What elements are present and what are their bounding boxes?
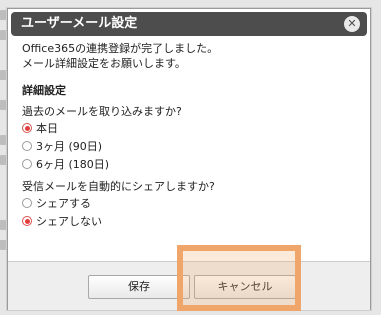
radio-checked-icon[interactable] [22,216,32,226]
dialog-footer: 保存 キャンセル [8,261,370,310]
close-icon[interactable]: ✕ [344,16,360,32]
radio-label: シェアしない [36,214,102,228]
share-question: 受信メールを自動的にシェアしますか? [22,180,215,193]
background-text-fragment [0,240,7,250]
save-button[interactable]: 保存 [88,275,190,299]
radio-label: 本日 [36,121,58,135]
background-text-fragment [0,155,7,165]
radio-label: 6ヶ月 (180日) [36,157,110,171]
radio-label: 3ヶ月 (90日) [36,139,103,153]
radio-label: シェアする [36,196,91,210]
radio-checked-icon[interactable] [22,123,32,133]
request-message: メール詳細設定をお願いします。 [22,57,186,70]
dialog-content: Office365の連携登録が完了しました。 メール詳細設定をお願いします。 詳… [22,41,362,230]
radio-unchecked-icon[interactable] [22,198,32,208]
dialog-title: ユーザーメール設定 [21,16,138,31]
radio-unchecked-icon[interactable] [22,159,32,169]
radio-option-today[interactable]: 本日 [22,119,362,137]
section-title: 詳細設定 [22,84,66,97]
background-text-fragment [0,10,7,20]
dialog-titlebar: ユーザーメール設定 ✕ [11,12,367,36]
cancel-button[interactable]: キャンセル [194,275,296,299]
background-text-fragment [0,135,7,145]
background-text-fragment [0,30,7,40]
radio-option-no-share[interactable]: シェアしない [22,212,362,230]
radio-option-share[interactable]: シェアする [22,194,362,212]
radio-unchecked-icon[interactable] [22,141,32,151]
user-mail-settings-dialog: ユーザーメール設定 ✕ Office365の連携登録が完了しました。 メール詳細… [7,8,371,310]
background-text-fragment [0,220,7,230]
import-question: 過去のメールを取り込みますか? [22,105,182,118]
background-text-fragment [0,70,7,80]
background-text-fragment [0,100,7,110]
completion-message: Office365の連携登録が完了しました。 [22,42,219,55]
radio-option-3months[interactable]: 3ヶ月 (90日) [22,137,362,155]
radio-option-6months[interactable]: 6ヶ月 (180日) [22,155,362,173]
